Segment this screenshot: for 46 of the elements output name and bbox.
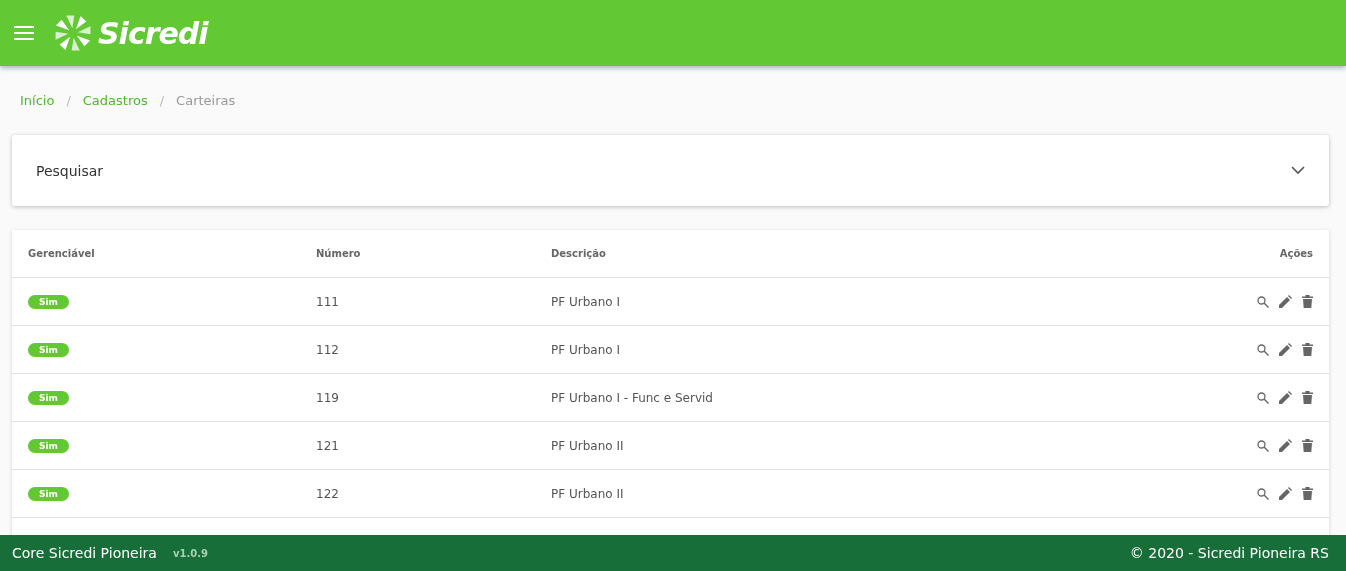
delete-button[interactable] <box>1302 439 1313 452</box>
version-label: v1.0.9 <box>172 547 208 559</box>
table-cell-text: PF Urbano I <box>551 294 621 309</box>
breadcrumb-separator: / <box>66 93 71 108</box>
column-header: Descrição <box>551 248 607 259</box>
breadcrumb-separator: / <box>159 93 165 108</box>
column-header: Gerenciável <box>28 248 96 259</box>
breadcrumb-link[interactable]: Cadastros <box>82 93 148 108</box>
pinwheel-logo-icon <box>54 14 92 52</box>
delete-button[interactable] <box>1302 391 1313 404</box>
search-button[interactable] <box>1257 295 1269 308</box>
search-button[interactable] <box>1257 343 1269 356</box>
table-cell-text: PF Urbano II <box>551 486 625 501</box>
edit-button[interactable] <box>1279 295 1292 308</box>
table-cell-text: PF Urbano I <box>551 342 621 357</box>
table-cell-text: 122 <box>316 486 340 501</box>
table-cell-text: 111 <box>316 294 340 309</box>
column-header: Ações <box>1279 248 1313 259</box>
table-cell-text: PF Urbano II <box>551 438 625 453</box>
delete-button[interactable] <box>1302 487 1313 500</box>
edit-button[interactable] <box>1279 487 1292 500</box>
edit-button[interactable] <box>1279 343 1292 356</box>
delete-button[interactable] <box>1302 295 1313 308</box>
status-badge: Sim <box>28 294 69 309</box>
search-button[interactable] <box>1257 487 1269 500</box>
breadcrumb-link[interactable]: Início <box>20 93 55 108</box>
panel-title: Pesquisar <box>36 162 104 179</box>
status-badge: Sim <box>28 390 69 405</box>
table-cell-text: PF Urbano I - Func e Servid <box>551 390 714 405</box>
status-badge: Sim <box>28 486 69 501</box>
copyright-text: © 2020 - Sicredi Pioneira RS <box>1129 545 1329 561</box>
table-cell-text: 121 <box>316 438 340 453</box>
search-button[interactable] <box>1257 391 1269 404</box>
edit-button[interactable] <box>1279 439 1292 452</box>
column-header: Número <box>316 248 362 259</box>
brand-logo-text: Sicredi <box>98 15 208 51</box>
search-button[interactable] <box>1257 439 1269 452</box>
table-cell-text: 112 <box>316 342 340 357</box>
table-cell-text: 119 <box>316 390 340 405</box>
breadcrumb-current: Carteiras <box>176 93 236 108</box>
app-name: Core Sicredi Pioneira <box>12 545 157 561</box>
search-panel[interactable]: Pesquisar <box>12 135 1329 206</box>
edit-button[interactable] <box>1279 391 1292 404</box>
status-badge: Sim <box>28 438 69 453</box>
delete-button[interactable] <box>1302 343 1313 356</box>
status-badge: Sim <box>28 342 69 357</box>
